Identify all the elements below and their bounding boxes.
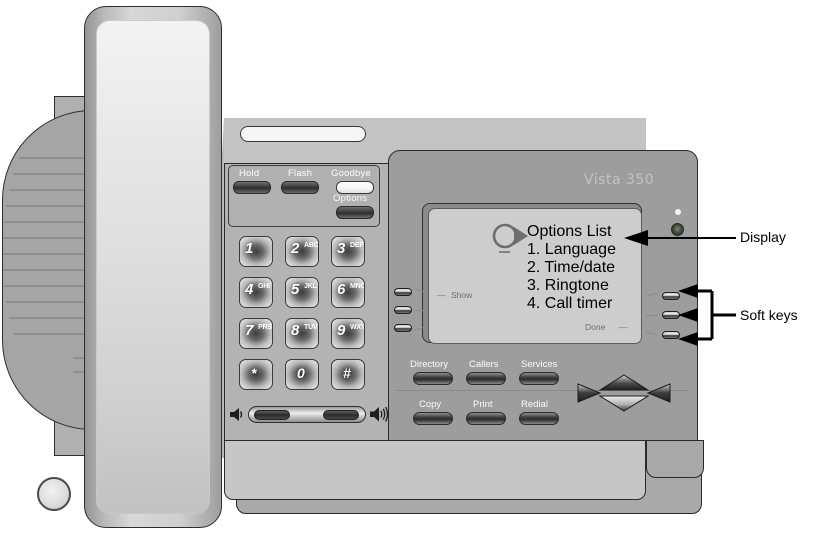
directory-button[interactable] [413,372,453,385]
keypad-key-6[interactable]: 6 MNO [331,277,365,308]
nav-down[interactable] [598,395,650,412]
display-menu-item-2[interactable]: 2. Time/date [527,259,616,277]
volume-up-button[interactable] [323,410,359,420]
display-menu-title: Options List [527,223,612,240]
copy-button[interactable] [413,412,453,425]
volume-rocker[interactable] [248,406,366,423]
keypad-key-4-digit: 4 [245,281,254,298]
handset-button[interactable] [37,477,71,511]
print-button-label: Print [473,399,493,410]
keypad-key-0[interactable]: 0 [285,359,319,390]
soft-key-left-2[interactable] [394,306,412,314]
softkey-dash-left: — [437,290,446,300]
annotation-display-arrowhead [624,230,648,246]
display-menu-item-3[interactable]: 3. Ringtone [527,277,616,295]
keypad-key-star[interactable]: * [239,359,273,390]
keypad-key-pound-digit: # [343,365,351,381]
redial-button[interactable] [519,412,559,425]
keypad-key-3-letters: DEF [350,242,364,249]
keypad-key-7[interactable]: 7 PRS [239,318,273,349]
speaker-low-icon [230,408,243,421]
print-button[interactable] [466,412,506,425]
keypad-key-2-digit: 2 [291,240,300,257]
nav-right[interactable] [646,383,671,403]
directory-button-label: Directory [410,359,449,370]
keypad-key-star-digit: * [251,365,257,381]
navigation-cluster [577,374,671,412]
keypad-key-6-letters: MNO [350,283,365,290]
softkey-dash-right: — [619,322,628,332]
soft-key-left-1[interactable] [394,288,412,296]
keypad-key-3[interactable]: 3 DEF [331,236,365,267]
keypad-key-0-digit: 0 [297,365,305,381]
keypad-key-9[interactable]: 9 WXY [331,318,365,349]
nav-up[interactable] [598,374,650,391]
speaker-high-icon [370,406,389,422]
redial-button-label: Redial [521,399,548,410]
annotation-soft-keys: Soft keys [740,307,798,323]
keypad-key-8-digit: 8 [291,322,300,339]
softkey-label-done: Done [585,322,606,332]
display-screen: Options List 1. Language 2. Time/date 3.… [428,208,642,344]
keypad-key-2[interactable]: 2 ABC [285,236,319,267]
keypad-key-5-digit: 5 [291,281,300,298]
keypad-key-7-digit: 7 [245,322,254,339]
keypad-key-5-letters: JKL [304,283,317,290]
annotation-display: Display [740,229,786,245]
soft-key-left-3[interactable] [394,324,412,332]
display-cursor-icon [492,223,528,253]
keypad-key-4-letters: GHI [258,283,270,290]
keypad-key-8-letters: TUV [304,324,318,331]
handset-body-face [96,20,210,514]
keypad-key-2-letters: ABC [304,242,319,249]
keypad-key-7-letters: PRS [258,324,272,331]
annotation-soft-keys-bracket [678,284,736,346]
volume-down-button[interactable] [254,410,290,420]
keypad-key-9-letters: WXY [350,324,365,331]
keypad-key-1-digit: 1 [245,240,254,257]
soft-key-left-2-lead [414,310,426,311]
keypad-key-8[interactable]: 8 TUV [285,318,319,349]
nav-left[interactable] [577,383,602,403]
annotation-display-line [644,237,736,239]
display-menu-item-1[interactable]: 1. Language [527,241,616,259]
softkey-label-show: Show [451,290,473,300]
keypad-key-pound[interactable]: # [331,359,365,390]
callers-button[interactable] [466,372,506,385]
display-menu: Options List 1. Language 2. Time/date 3.… [527,223,616,313]
callers-button-label: Callers [469,359,499,370]
display-menu-item-4[interactable]: 4. Call timer [527,295,616,313]
copy-button-label: Copy [419,399,442,410]
keypad-key-1[interactable]: 1 [239,236,273,267]
keypad-key-4[interactable]: 4 GHI [239,277,273,308]
keypad-key-9-digit: 9 [337,322,346,339]
soft-key-right-2-lead [646,315,658,316]
phone-illustration: Vista 350 Hold Flash Goodbye Options 1 2… [0,0,814,536]
services-button[interactable] [519,372,559,385]
keypad-key-3-digit: 3 [337,240,346,257]
keypad-key-6-digit: 6 [337,281,346,298]
keypad-key-5[interactable]: 5 JKL [285,277,319,308]
services-button-label: Services [521,359,558,370]
